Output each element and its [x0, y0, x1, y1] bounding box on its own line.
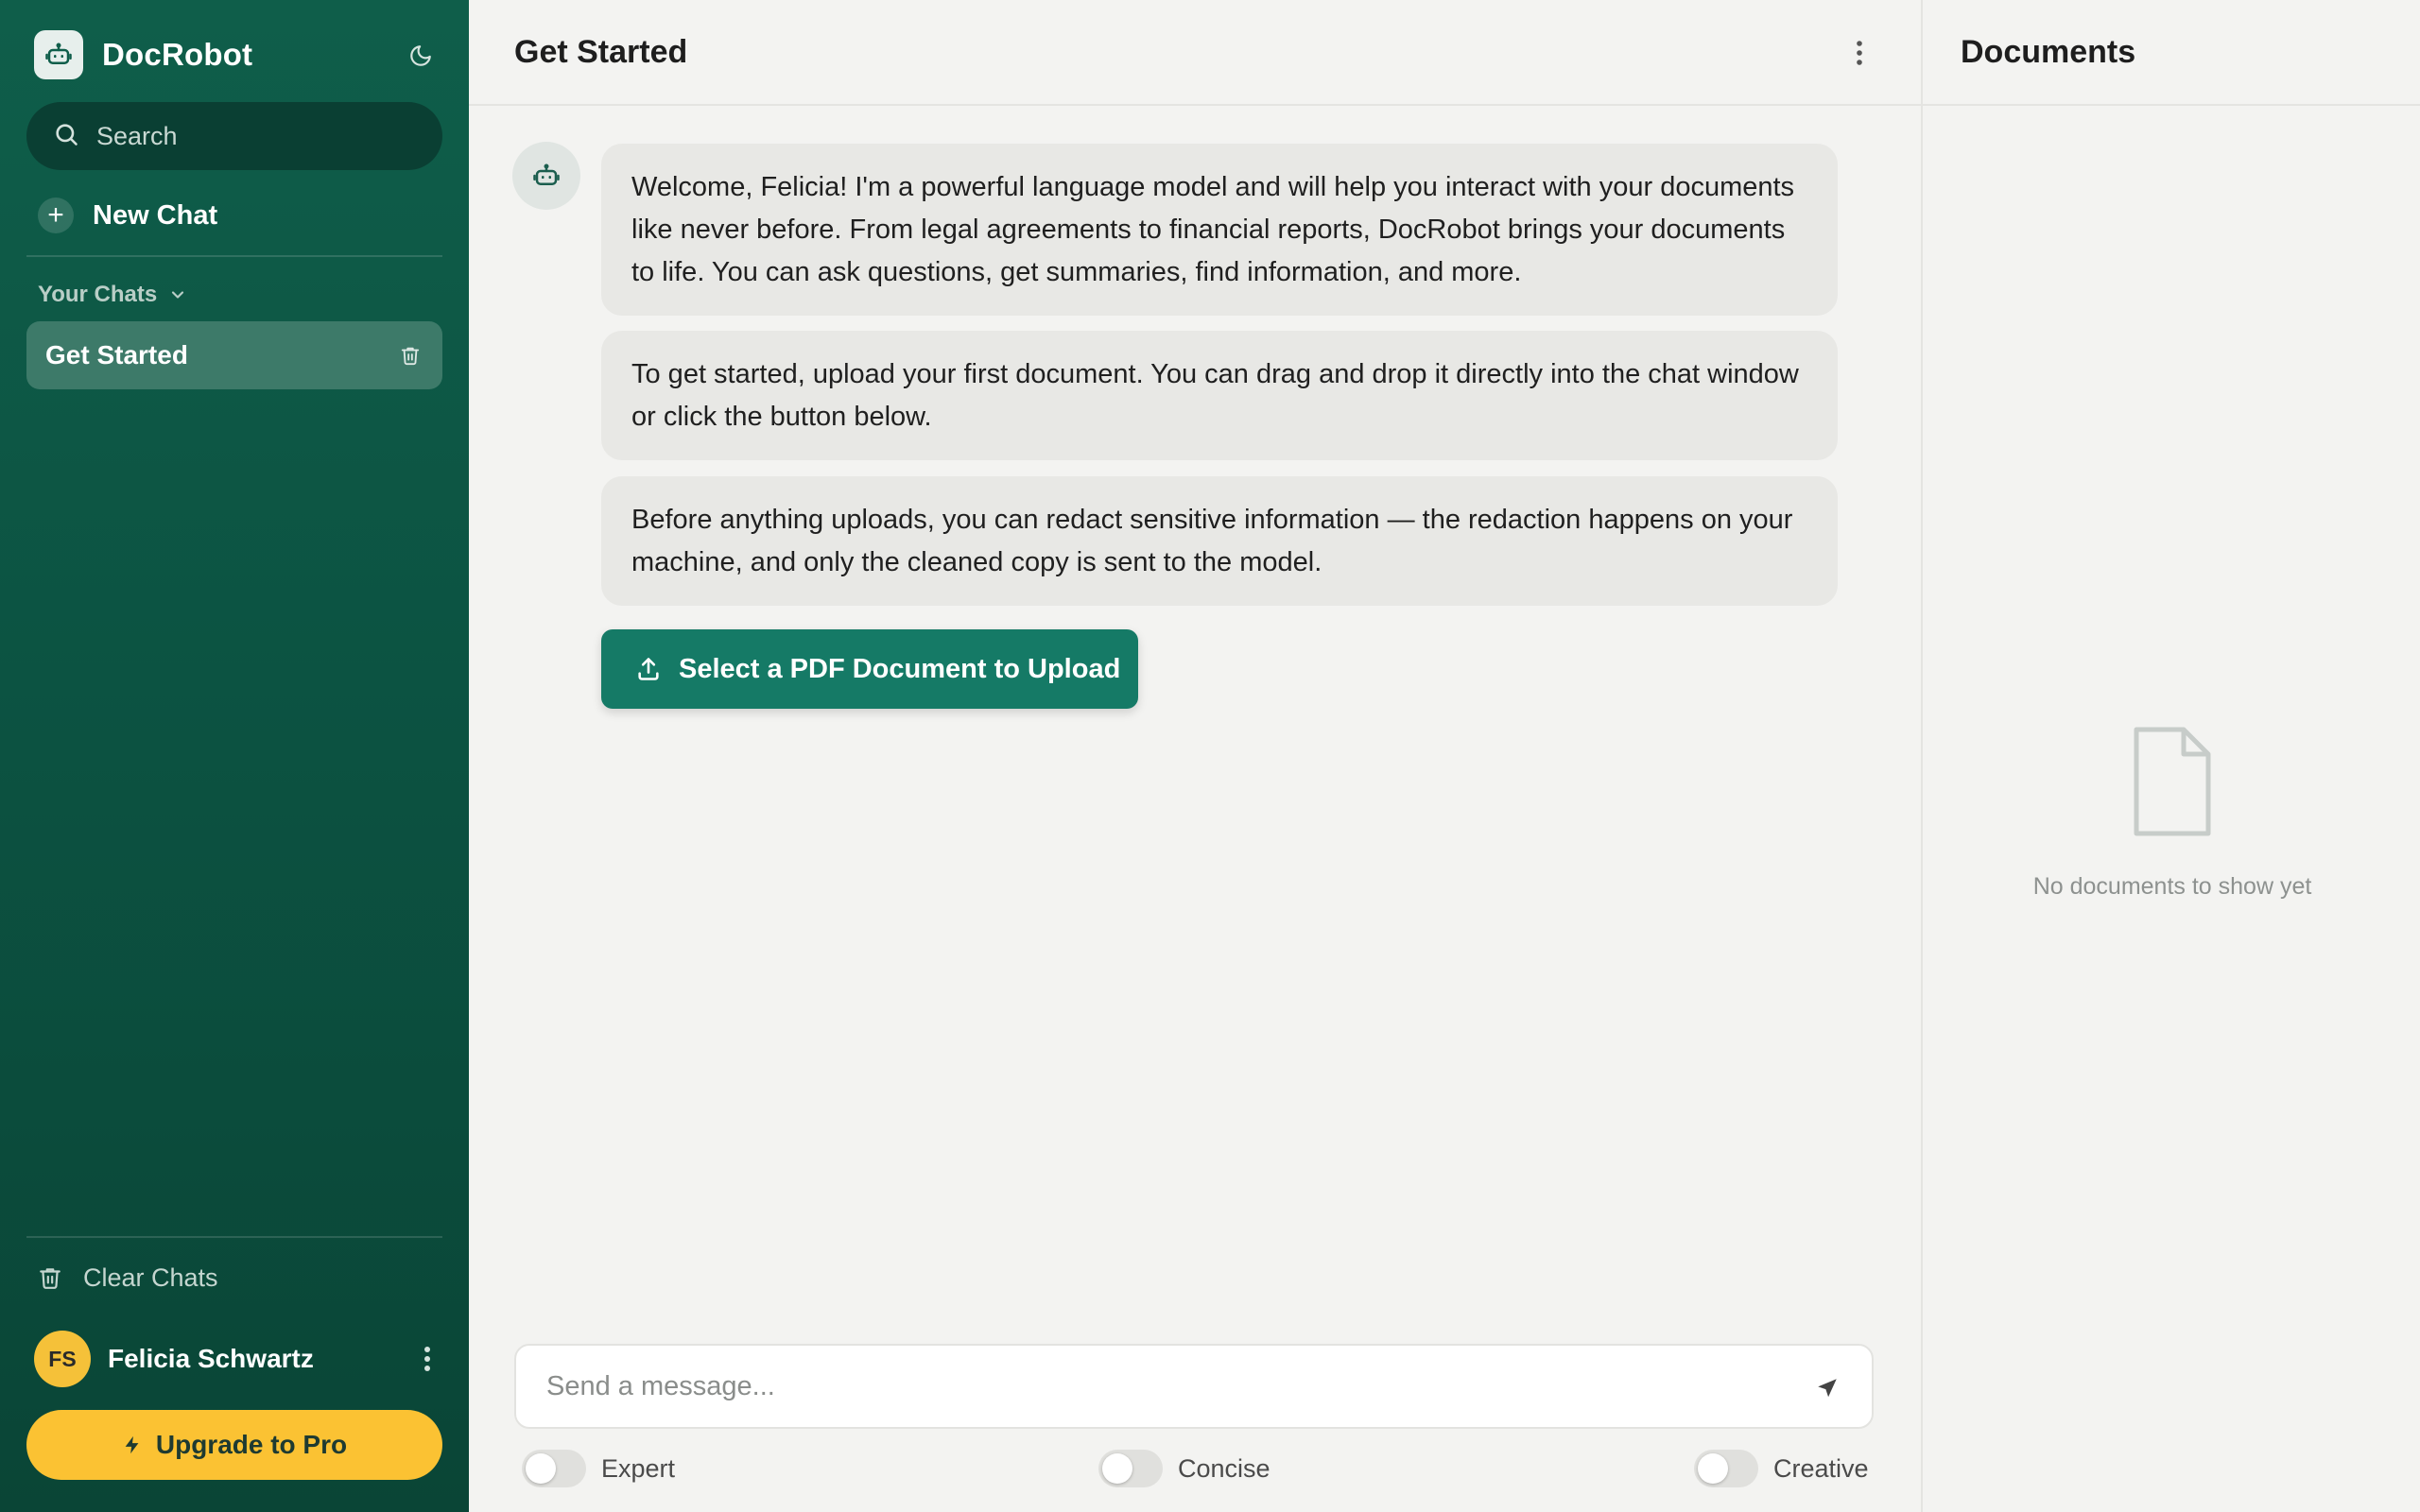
robot-icon	[512, 142, 580, 210]
toggle-knob	[1102, 1453, 1132, 1484]
chevron-down-icon	[172, 291, 184, 299]
send-icon[interactable]	[1811, 1372, 1843, 1404]
upload-pdf-button[interactable]: Select a PDF Document to Upload	[601, 629, 1138, 709]
sidebar-item-get-started[interactable]: Get Started	[26, 321, 442, 389]
lightning-icon	[125, 1435, 139, 1454]
expert-toggle[interactable]	[522, 1450, 586, 1487]
search-input[interactable]	[96, 121, 418, 151]
message-bubble: To get started, upload your first docume…	[601, 331, 1838, 460]
chat-item-label: Get Started	[45, 340, 188, 369]
documents-title: Documents	[1961, 34, 2136, 70]
creative-toggle[interactable]	[1694, 1450, 1758, 1487]
vertical-dots-icon[interactable]	[1845, 36, 1874, 70]
sidebar: DocRobot + New Chat Your Chats Get Start…	[0, 0, 469, 1512]
message-input[interactable]	[546, 1370, 1775, 1402]
new-chat-label: New Chat	[93, 199, 218, 231]
documents-empty-text: No documents to show yet	[2032, 873, 2312, 900]
upload-button-label: Select a PDF Document to Upload	[679, 653, 1121, 684]
message-bubble: Welcome, Felicia! I'm a powerful languag…	[601, 144, 1838, 316]
documents-panel: Documents No documents to show yet	[1921, 0, 2420, 1512]
toggle-creative-group: Creative	[1694, 1450, 1869, 1487]
trash-icon	[40, 1268, 60, 1289]
message-bubble: Before anything uploads, you can redact …	[601, 476, 1838, 606]
user-profile[interactable]: FS Felicia Schwartz	[34, 1331, 442, 1387]
chat-area: Get Started Welcome, Felicia! I'm a powe…	[469, 0, 1921, 1512]
clear-chats-button[interactable]: Clear Chats	[38, 1263, 218, 1293]
toggle-label: Concise	[1178, 1453, 1270, 1483]
search-icon	[53, 121, 79, 152]
plus-icon: +	[38, 198, 74, 233]
documents-header: Documents	[1923, 0, 2420, 106]
message-text: Before anything uploads, you can redact …	[631, 504, 1793, 577]
message-text: To get started, upload your first docume…	[631, 358, 1799, 432]
toggle-expert-group: Expert	[522, 1450, 675, 1487]
new-chat-button[interactable]: + New Chat	[38, 197, 217, 234]
moon-icon[interactable]	[405, 40, 437, 72]
avatar: FS	[34, 1331, 91, 1387]
document-icon	[2134, 727, 2211, 836]
clear-chats-label: Clear Chats	[83, 1263, 218, 1292]
robot-icon	[34, 30, 83, 79]
concise-toggle[interactable]	[1098, 1450, 1163, 1487]
toggle-label: Expert	[601, 1453, 676, 1483]
divider	[26, 255, 442, 257]
page-title: Get Started	[514, 34, 688, 70]
your-chats-toggle[interactable]: Your Chats	[38, 280, 187, 310]
brand: DocRobot	[34, 30, 252, 79]
trash-icon[interactable]	[397, 342, 424, 369]
user-name: Felicia Schwartz	[108, 1344, 314, 1373]
divider	[26, 1236, 442, 1238]
upgrade-button[interactable]: Upgrade to Pro	[26, 1410, 442, 1480]
search-box[interactable]	[26, 102, 442, 170]
app-name: DocRobot	[102, 37, 253, 72]
toggle-knob	[526, 1453, 556, 1484]
vertical-dots-icon[interactable]	[412, 1344, 442, 1374]
toggle-label: Creative	[1773, 1453, 1869, 1483]
upload-icon	[638, 658, 659, 680]
toggle-concise-group: Concise	[1098, 1450, 1270, 1487]
toggle-knob	[1698, 1453, 1728, 1484]
message-text: Welcome, Felicia! I'm a powerful languag…	[631, 171, 1795, 287]
message-composer[interactable]	[514, 1344, 1874, 1429]
your-chats-label: Your Chats	[38, 282, 158, 307]
chat-header: Get Started	[469, 0, 1921, 106]
upgrade-label: Upgrade to Pro	[155, 1430, 348, 1459]
